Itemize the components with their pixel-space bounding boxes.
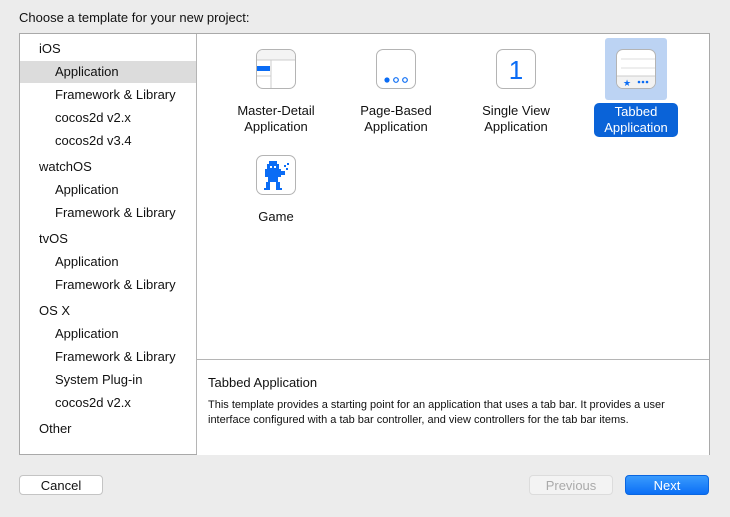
template-label-line1: Master-Detail [237, 103, 315, 118]
sidebar-item[interactable]: Framework & Library [20, 346, 196, 368]
tabbed-icon: ★ [616, 49, 656, 89]
template-label: Master-Detail Application [216, 103, 336, 135]
template-tile[interactable]: Game [216, 140, 336, 244]
sidebar-section-header: iOS [39, 41, 61, 56]
template-label-line2: Application [484, 119, 548, 134]
template-label-line1: Single View [482, 103, 550, 118]
sidebar-section-header: Other [39, 421, 72, 436]
page-based-icon [376, 49, 416, 89]
template-label: Single View Application [456, 103, 576, 135]
template-description: Tabbed Application This template provide… [197, 359, 709, 455]
template-label-line2: Application [364, 119, 428, 134]
sidebar-item[interactable]: Framework & Library [20, 84, 196, 106]
template-label-line1: Tabbed [614, 104, 658, 119]
svg-text:1: 1 [509, 55, 523, 85]
sidebar-item[interactable]: Application [20, 179, 196, 201]
template-tile[interactable]: Page-Based Application [336, 34, 456, 138]
cancel-button[interactable]: Cancel [19, 475, 103, 495]
svg-text:★: ★ [623, 78, 631, 88]
template-tile[interactable]: 1 Single View Application [456, 34, 576, 138]
description-title: Tabbed Application [208, 375, 318, 390]
sidebar-item[interactable]: cocos2d v2.x [20, 392, 196, 414]
sidebar-section-header: tvOS [39, 231, 68, 246]
sidebar-item[interactable]: System Plug-in [20, 369, 196, 391]
template-tile[interactable]: ★ Tabbed Application [576, 34, 696, 138]
template-label: Tabbed Application [576, 103, 696, 137]
next-button[interactable]: Next [625, 475, 709, 495]
sidebar-section-header: OS X [39, 303, 71, 318]
template-chooser: iOS Application Framework & Library cocos2d… [19, 33, 710, 455]
template-tile[interactable]: Master-Detail Application [216, 34, 336, 138]
sidebar-item[interactable]: Application [20, 251, 196, 273]
sidebar-item[interactable]: Application [20, 323, 196, 345]
previous-button[interactable]: Previous [529, 475, 613, 495]
template-label: Game [216, 209, 336, 225]
dialog-title: Choose a template for your new project: [19, 10, 250, 25]
template-label-line2: Application [244, 119, 308, 134]
template-label-line1: Page-Based [360, 103, 432, 118]
template-label-line1: Game [258, 209, 294, 224]
sidebar-item[interactable]: Framework & Library [20, 274, 196, 296]
single-view-icon: 1 [496, 49, 536, 89]
sidebar-section-header: watchOS [39, 159, 92, 174]
sidebar-item[interactable]: Framework & Library [20, 202, 196, 224]
sidebar-item[interactable]: cocos2d v3.4 [20, 130, 196, 152]
sidebar-item[interactable]: cocos2d v2.x [20, 107, 196, 129]
template-label: Page-Based Application [336, 103, 456, 135]
sidebar-item[interactable]: Application [20, 61, 196, 83]
description-text: This template provides a starting point … [208, 399, 665, 426]
template-label-line2: Application [604, 120, 668, 135]
game-icon [256, 155, 296, 195]
platform-sidebar: iOS Application Framework & Library cocos2d… [20, 34, 197, 454]
master-detail-icon [256, 49, 296, 89]
template-grid: Master-Detail Application Page-Based Applic… [197, 34, 709, 359]
